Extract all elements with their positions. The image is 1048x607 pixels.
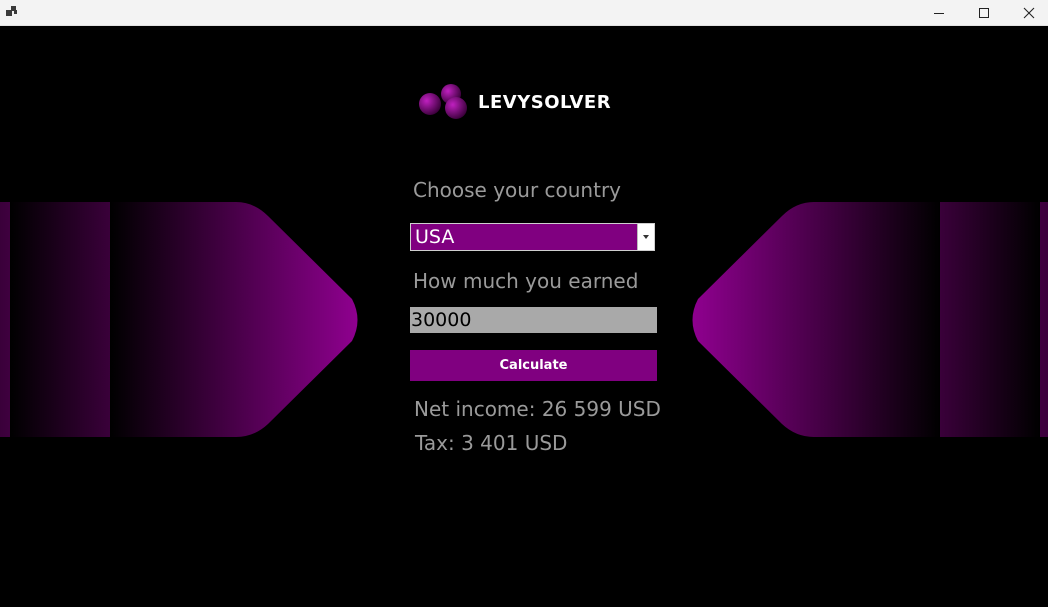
dropdown-arrow-icon [643,235,649,239]
left-arrows [0,202,358,438]
earned-label: How much you earned [413,269,639,293]
app-window: LEVYSOLVER Choose your country USA How m… [0,26,1048,607]
net-income-text: Net income: 26 599 USD [414,397,661,421]
country-select[interactable]: USA [410,223,655,251]
app-icon [6,6,17,16]
calculate-button[interactable]: Calculate [410,350,657,381]
logo-spheres-icon [419,84,467,119]
dropdown-button[interactable] [637,224,654,250]
minimize-button[interactable] [916,0,962,25]
earned-input[interactable] [410,307,657,333]
minimize-icon [934,12,944,14]
right-arrows [692,202,1048,437]
maximize-button[interactable] [961,0,1007,25]
country-label: Choose your country [413,178,622,202]
logo-text: LEVYSOLVER [478,92,612,113]
country-select-value: USA [415,226,455,248]
maximize-icon [979,7,989,18]
title-bar [0,0,1048,26]
app-logo: LEVYSOLVER [416,82,616,122]
close-icon [1023,7,1035,18]
tax-text: Tax: 3 401 USD [415,431,568,455]
close-button[interactable] [1006,0,1048,25]
